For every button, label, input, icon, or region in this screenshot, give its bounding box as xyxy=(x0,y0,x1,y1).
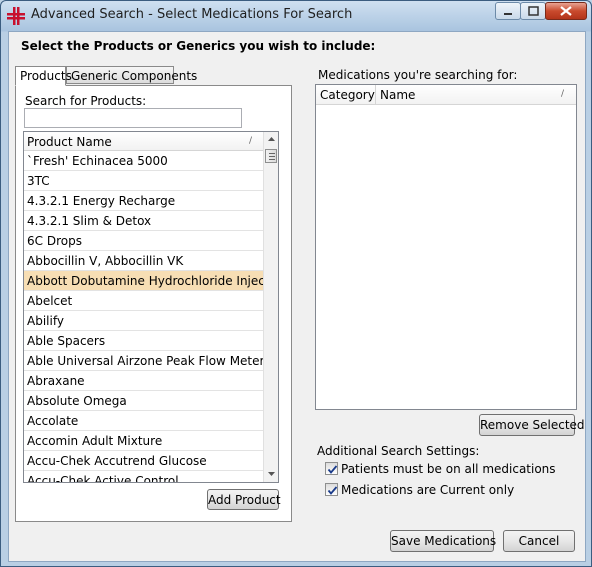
product-name-header-label: Product Name xyxy=(27,135,112,149)
list-item[interactable]: Able Spacers xyxy=(24,331,263,351)
save-medications-button[interactable]: Save Medications xyxy=(390,530,496,552)
maximize-icon xyxy=(528,6,539,16)
cancel-button[interactable]: Cancel xyxy=(503,530,575,552)
title-bar[interactable]: Advanced Search - Select Medications For… xyxy=(1,1,591,31)
list-item[interactable]: `Fresh' Echinacea 5000 xyxy=(24,151,263,171)
searching-for-label: Medications you're searching for: xyxy=(318,68,518,82)
checkmark-icon xyxy=(327,486,338,495)
minimize-icon xyxy=(504,13,512,15)
column-resize-icon: / xyxy=(561,89,565,99)
name-column-header[interactable]: Name xyxy=(380,88,415,102)
list-item[interactable]: Abelcet xyxy=(24,291,263,311)
list-item[interactable]: Abbott Dobutamine Hydrochloride Injectio… xyxy=(24,271,263,291)
search-products-input[interactable] xyxy=(24,108,242,128)
close-icon xyxy=(560,6,572,16)
current-only-checkbox[interactable] xyxy=(325,483,338,496)
list-item[interactable]: 3TC xyxy=(24,171,263,191)
minimize-button[interactable] xyxy=(495,2,521,20)
selected-medications-grid[interactable]: Category Name / xyxy=(315,84,577,410)
advanced-search-window: Advanced Search - Select Medications For… xyxy=(0,0,592,567)
additional-settings-label: Additional Search Settings: xyxy=(317,444,480,458)
list-item[interactable]: Absolute Omega xyxy=(24,391,263,411)
list-item[interactable]: Accomin Adult Mixture xyxy=(24,431,263,451)
all-medications-checkbox[interactable] xyxy=(325,462,338,475)
dialog-client-area: Select the Products or Generics you wish… xyxy=(8,31,586,562)
list-item[interactable]: Accu-Chek Active Control xyxy=(24,471,263,482)
grip-line xyxy=(269,159,275,160)
product-list-scrollbar[interactable] xyxy=(263,132,279,482)
list-item[interactable]: Accolate xyxy=(24,411,263,431)
list-item[interactable]: Able Universal Airzone Peak Flow Meter xyxy=(24,351,263,371)
column-separator xyxy=(375,85,376,105)
column-resize-icon: / xyxy=(249,136,253,146)
page-heading: Select the Products or Generics you wish… xyxy=(21,39,376,53)
list-item[interactable]: Abilify xyxy=(24,311,263,331)
scroll-up-icon[interactable] xyxy=(264,132,279,147)
selected-medications-header: Category Name / xyxy=(316,85,576,105)
list-item[interactable]: 4.3.2.1 Slim & Detox xyxy=(24,211,263,231)
products-tab-panel: Search for Products: Product Name / `Fre… xyxy=(15,85,292,522)
tab-generic-components[interactable]: Generic Components xyxy=(66,66,197,84)
tab-products-label: Products xyxy=(20,69,72,83)
tab-products[interactable]: Products xyxy=(15,66,72,86)
search-products-label: Search for Products: xyxy=(25,94,147,108)
all-medications-checkbox-label[interactable]: Patients must be on all medications xyxy=(341,462,556,476)
add-product-button[interactable]: Add Product xyxy=(207,489,281,510)
list-item[interactable]: Abraxane xyxy=(24,371,263,391)
scrollbar-thumb[interactable] xyxy=(265,149,277,163)
window-title: Advanced Search - Select Medications For… xyxy=(31,7,353,22)
checkmark-icon xyxy=(327,465,338,474)
grip-line xyxy=(269,156,275,157)
list-item[interactable]: 6C Drops xyxy=(24,231,263,251)
product-name-column-header[interactable]: Product Name / xyxy=(24,132,263,151)
product-list[interactable]: Product Name / `Fresh' Echinacea 5000 3TC… xyxy=(23,131,279,483)
red-cross-app-icon xyxy=(7,7,25,25)
tab-generic-components-label: Generic Components xyxy=(71,69,198,83)
list-item[interactable]: Abbocillin V, Abbocillin VK xyxy=(24,251,263,271)
maximize-button[interactable] xyxy=(520,2,546,20)
grip-line xyxy=(269,153,275,154)
close-button[interactable] xyxy=(545,2,587,20)
list-item[interactable]: 4.3.2.1 Energy Recharge xyxy=(24,191,263,211)
list-item[interactable]: Accu-Chek Accutrend Glucose xyxy=(24,451,263,471)
category-column-header[interactable]: Category xyxy=(320,88,375,102)
remove-selected-button[interactable]: Remove Selected xyxy=(479,414,585,436)
product-rows: `Fresh' Echinacea 5000 3TC 4.3.2.1 Energy … xyxy=(24,151,263,482)
current-only-checkbox-label[interactable]: Medications are Current only xyxy=(341,483,514,497)
scroll-down-icon[interactable] xyxy=(264,466,279,481)
